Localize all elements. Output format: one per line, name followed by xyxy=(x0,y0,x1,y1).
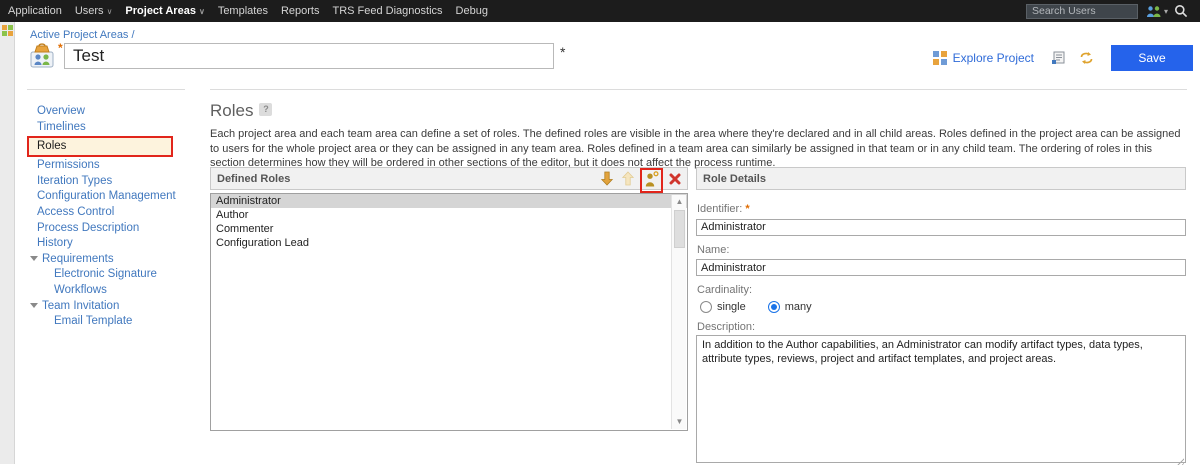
sidebar-item-process-description[interactable]: Process Description xyxy=(30,221,206,237)
role-details-header: Role Details xyxy=(696,167,1186,190)
sidebar-item-roles[interactable]: Roles xyxy=(27,136,173,157)
role-details-title: Role Details xyxy=(703,173,1179,185)
sidebar-item-configuration-management[interactable]: Configuration Management xyxy=(30,189,206,205)
scroll-down-icon[interactable]: ▼ xyxy=(672,415,687,429)
cardinality-many-radio[interactable] xyxy=(768,301,780,313)
expander-icon[interactable] xyxy=(30,303,38,308)
sidebar-item-email-template[interactable]: Email Template xyxy=(30,314,206,330)
nav-debug[interactable]: Debug xyxy=(456,5,488,17)
page-title: Roles? xyxy=(210,101,272,121)
modified-marker: * xyxy=(560,44,565,60)
divider xyxy=(27,89,185,90)
sidebar-item-electronic-signature[interactable]: Electronic Signature xyxy=(30,267,206,283)
save-button[interactable]: Save xyxy=(1111,45,1193,71)
expander-icon[interactable] xyxy=(30,256,38,261)
defined-roles-title: Defined Roles xyxy=(217,173,593,185)
nav-trs-feed-diagnostics[interactable]: TRS Feed Diagnostics xyxy=(332,5,442,17)
scroll-up-icon[interactable]: ▲ xyxy=(672,195,687,209)
role-list-item[interactable]: Administrator xyxy=(211,194,687,208)
user-filter-icon[interactable] xyxy=(1146,5,1162,18)
description-textarea[interactable]: In addition to the Author capabilities, … xyxy=(696,335,1186,463)
nav-application[interactable]: Application xyxy=(8,5,62,17)
cardinality-label: Cardinality: xyxy=(697,284,1186,296)
project-area-icon xyxy=(28,42,56,75)
move-up-button[interactable] xyxy=(621,171,635,186)
description-label: Description: xyxy=(697,321,1186,333)
collapsed-panel-strip[interactable] xyxy=(0,22,15,464)
chevron-down-icon: ∨ xyxy=(199,7,205,16)
sidebar-item-requirements[interactable]: Requirements xyxy=(30,252,206,268)
section-description: Each project area and each team area can… xyxy=(210,127,1188,171)
annotation-box-add-role xyxy=(640,168,663,193)
explore-project-link[interactable]: Explore Project xyxy=(953,51,1034,65)
sidebar-item-history[interactable]: History xyxy=(30,236,206,252)
role-details-form: Identifier: * Name: Cardinality: single … xyxy=(696,193,1186,468)
cardinality-options: single many xyxy=(700,301,1186,313)
nav-templates[interactable]: Templates xyxy=(218,5,268,17)
role-details-panel: Role Details Identifier: * Name: Cardina… xyxy=(696,167,1186,190)
defined-roles-list: Administrator Author Commenter Configura… xyxy=(210,193,688,431)
breadcrumb[interactable]: Active Project Areas / xyxy=(30,29,135,41)
sidebar-item-overview[interactable]: Overview xyxy=(30,104,206,120)
divider xyxy=(210,89,1187,90)
required-marker: * xyxy=(745,203,749,215)
section-sidebar: Overview Timelines Roles Permissions Ite… xyxy=(30,104,206,330)
role-list-item[interactable]: Commenter xyxy=(211,222,687,236)
delete-role-button[interactable] xyxy=(669,173,681,185)
role-list-item[interactable]: Author xyxy=(211,208,687,222)
defined-roles-header: Defined Roles xyxy=(210,167,688,190)
scrollbar-thumb[interactable] xyxy=(674,210,685,248)
cardinality-single-radio[interactable] xyxy=(700,301,712,313)
explore-project-icon[interactable] xyxy=(932,50,948,66)
cardinality-single-label[interactable]: single xyxy=(717,301,746,313)
search-input[interactable] xyxy=(1026,4,1138,19)
move-down-button[interactable] xyxy=(600,171,614,186)
name-input[interactable] xyxy=(696,259,1186,276)
sidebar-item-team-invitation[interactable]: Team Invitation xyxy=(30,299,206,315)
list-scrollbar[interactable]: ▲ ▼ xyxy=(671,195,686,429)
sidebar-item-workflows[interactable]: Workflows xyxy=(30,283,206,299)
sidebar-item-iteration-types[interactable]: Iteration Types xyxy=(30,174,206,190)
sidebar-item-permissions[interactable]: Permissions xyxy=(30,158,206,174)
refresh-icon[interactable] xyxy=(1079,51,1094,65)
help-icon[interactable]: ? xyxy=(259,103,272,116)
nav-project-areas[interactable]: Project Areas∨ xyxy=(125,5,204,17)
nav-reports[interactable]: Reports xyxy=(281,5,320,17)
chevron-down-icon[interactable]: ▾ xyxy=(1164,7,1168,16)
top-navbar: Application Users∨ Project Areas∨ Templa… xyxy=(0,0,1200,22)
identifier-label: Identifier: * xyxy=(697,203,1186,215)
project-name-input[interactable] xyxy=(64,43,554,69)
sidebar-item-access-control[interactable]: Access Control xyxy=(30,205,206,221)
chevron-down-icon: ∨ xyxy=(107,7,113,16)
app-grid-icon[interactable] xyxy=(2,25,13,36)
defined-roles-panel: Defined Roles Administrator Author Comme… xyxy=(210,167,688,190)
required-marker: * xyxy=(58,41,63,55)
nav-users[interactable]: Users∨ xyxy=(75,5,113,17)
header-actions: Explore Project Save xyxy=(932,45,1193,71)
name-label: Name: xyxy=(697,244,1186,256)
search-icon[interactable] xyxy=(1174,4,1188,18)
add-role-button[interactable] xyxy=(644,171,659,188)
role-list-item[interactable]: Configuration Lead xyxy=(211,236,687,250)
sidebar-item-timelines[interactable]: Timelines xyxy=(30,120,206,136)
identifier-input[interactable] xyxy=(696,219,1186,236)
pending-changes-icon[interactable] xyxy=(1051,51,1065,65)
cardinality-many-label[interactable]: many xyxy=(785,301,812,313)
